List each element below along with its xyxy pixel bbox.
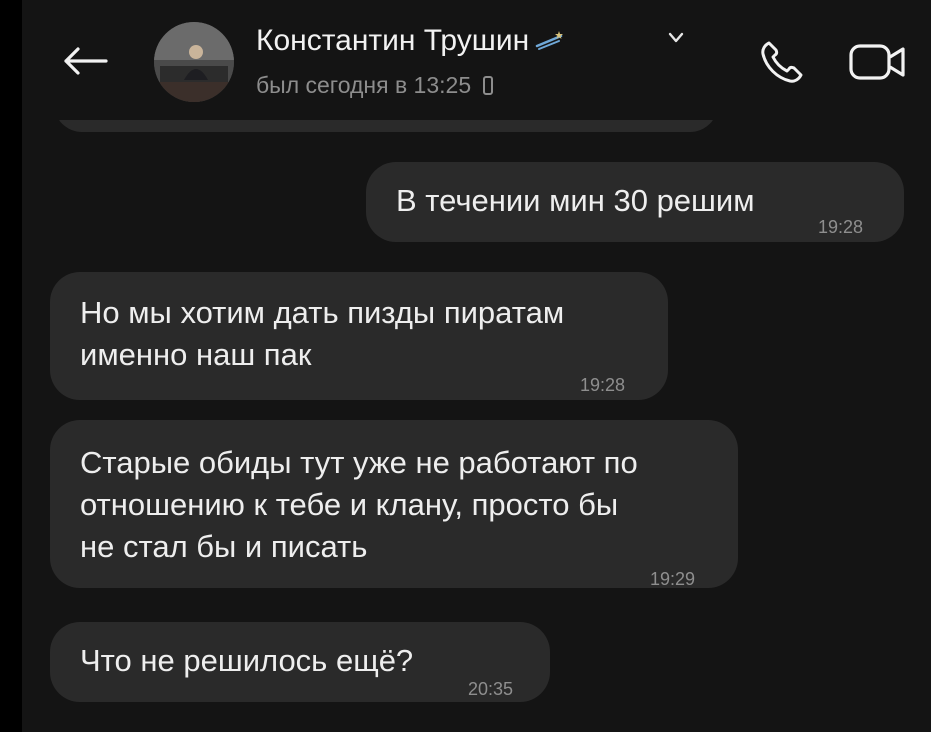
chat-header: Константин Трушин был сегодня в 13:25 <box>22 0 931 120</box>
message-time: 19:28 <box>580 375 626 395</box>
last-seen-text: был сегодня в 13:25 <box>256 72 472 98</box>
call-button[interactable] <box>754 34 810 90</box>
chat-screen: Константин Трушин был сегодня в 13:25 В … <box>22 0 931 732</box>
video-call-button[interactable] <box>846 36 910 88</box>
last-seen-status: был сегодня в 13:25 <box>256 72 494 99</box>
video-camera-icon <box>849 44 905 80</box>
message-text: Но мы хотим дать пизды пиратам именно на… <box>80 295 565 372</box>
message-bubble-incoming[interactable]: Но мы хотим дать пизды пиратам именно на… <box>50 272 668 400</box>
message-text: Старые обиды тут уже не работают по отно… <box>80 445 638 564</box>
back-button[interactable] <box>60 38 110 84</box>
phone-icon <box>761 41 803 83</box>
message-bubble-outgoing[interactable]: В течении мин 30 решим 19:28 <box>366 162 904 242</box>
message-time: 19:29 <box>650 569 696 589</box>
message-time: 19:28 <box>818 217 864 237</box>
contact-name[interactable]: Константин Трушин <box>256 24 565 58</box>
message-text: В течении мин 30 решим <box>396 183 755 218</box>
message-bubble-incoming[interactable]: Что не решилось ещё? 20:35 <box>50 622 550 702</box>
mobile-device-icon <box>483 76 494 95</box>
zenit-badge-icon <box>535 31 564 50</box>
avatar[interactable] <box>154 22 234 102</box>
contact-photo <box>154 22 234 102</box>
arrow-left-icon <box>64 47 108 75</box>
message-time: 20:35 <box>468 679 514 699</box>
message-bubble-incoming[interactable]: Старые обиды тут уже не работают по отно… <box>50 420 738 589</box>
chevron-down-icon[interactable] <box>668 32 684 44</box>
message-text: Что не решилось ещё? <box>80 643 414 678</box>
contact-name-text: Константин Трушин <box>256 24 530 57</box>
